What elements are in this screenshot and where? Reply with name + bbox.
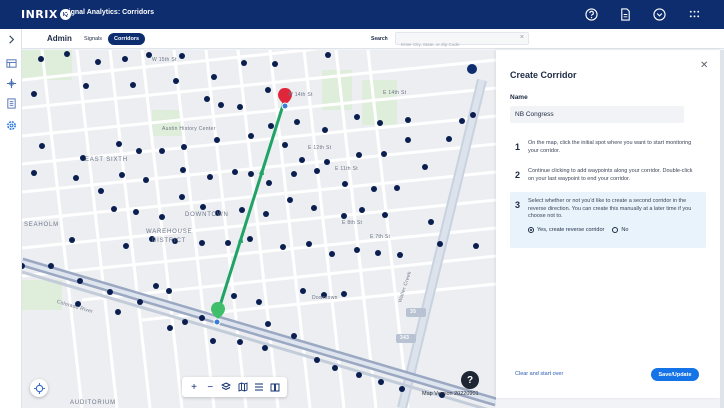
name-label: Name — [510, 94, 528, 101]
map-label-street: E 14th St — [383, 90, 407, 96]
map-label-street: E 12th St — [308, 145, 332, 151]
report-icon[interactable] — [3, 95, 19, 111]
map-label-district: DISTRICT — [152, 238, 187, 244]
book-icon[interactable] — [269, 381, 281, 393]
map-help-button[interactable]: ? — [461, 371, 479, 389]
map-base-layer — [22, 50, 496, 408]
help-circle-icon[interactable] — [584, 7, 598, 21]
step-text: Continue clicking to add waypoints along… — [528, 168, 693, 182]
expand-chevron-icon[interactable] — [3, 31, 19, 47]
step-text: Select whether or not you'd like to crea… — [528, 198, 692, 219]
locate-me-icon[interactable] — [30, 379, 48, 397]
step-text: On the map, click the initial spot where… — [528, 140, 692, 154]
settings-gear-icon[interactable] — [3, 117, 19, 133]
view-tabs: Signals Corridors — [78, 33, 146, 45]
map-label-poi: Austin History Center — [162, 126, 216, 132]
traffic-signal-icon[interactable] — [3, 75, 19, 91]
chevron-circle-icon[interactable] — [652, 7, 666, 21]
left-nav-rail — [0, 29, 22, 408]
reverse-no-radio[interactable] — [612, 227, 619, 233]
zoom-out-button[interactable]: − — [204, 381, 216, 393]
clear-and-start-over-link[interactable]: Clear and start over — [515, 371, 563, 377]
map-label-street: W 15th St — [152, 57, 177, 63]
pin-marker-icon[interactable] — [467, 64, 477, 74]
map-toolbar: + − — [182, 377, 287, 397]
reverse-yes-radio[interactable] — [528, 227, 534, 233]
apps-grid-icon[interactable] — [687, 7, 701, 21]
document-icon[interactable] — [618, 7, 632, 21]
map-version-text: Map Version 20220901 — [422, 391, 479, 397]
search-clear-icon[interactable]: × — [520, 34, 524, 41]
corridor-name-input[interactable] — [510, 106, 684, 123]
tab-signals[interactable]: Signals — [78, 33, 108, 45]
step-1: 1 On the map, click the initial spot whe… — [510, 140, 706, 160]
close-icon[interactable]: ✕ — [700, 60, 708, 71]
list-icon[interactable] — [253, 381, 265, 393]
top-app-bar: INRIX IQ Signal Analytics: Corridors — [0, 0, 724, 29]
map-label-poi: Downtown — [312, 295, 338, 301]
zoom-in-button[interactable]: + — [188, 381, 200, 393]
step-number: 2 — [515, 170, 521, 180]
right-scrollbar[interactable] — [720, 50, 724, 408]
reverse-yes-label[interactable]: Yes, create reverse corridor — [537, 227, 604, 233]
step-number: 1 — [515, 142, 521, 152]
search-label: Search — [371, 36, 388, 42]
map-label-street: E 7th St — [370, 234, 391, 240]
reverse-no-label[interactable]: No — [621, 227, 628, 233]
save-update-button[interactable]: Save/Update — [651, 368, 699, 381]
map-icon[interactable] — [237, 381, 249, 393]
step-2: 2 Continue clicking to add waypoints alo… — [510, 168, 706, 188]
create-corridor-panel: Create Corridor ✕ Name 1 On the map, cli… — [496, 50, 720, 398]
app-title: Signal Analytics: Corridors — [64, 9, 154, 16]
panel-title: Create Corridor — [510, 70, 577, 80]
map-label-district: SEAHOLM — [24, 222, 59, 228]
map-label-street: E 11th St — [335, 166, 358, 172]
map-label-district: WAREHOUSE — [146, 229, 193, 235]
logo-text: INRIX — [21, 8, 58, 21]
admin-label: Admin — [47, 34, 72, 43]
map-label-district: DOWNTOWN — [185, 212, 229, 218]
map-label-district: EAST SIXTH — [85, 157, 128, 163]
search-box: × — [395, 32, 529, 50]
map-label-street: W 14th St — [288, 92, 313, 98]
reverse-corridor-options: Yes, create reverse corridor No — [528, 227, 628, 233]
tab-corridors[interactable]: Corridors — [108, 33, 146, 45]
sub-header-bar: Admin Signals Corridors Search × — [22, 29, 724, 50]
map-canvas[interactable]: W 15th St W 14th St E 14th St E 12th St … — [22, 50, 496, 408]
search-input[interactable] — [396, 39, 506, 50]
layers-icon[interactable] — [220, 381, 232, 393]
highway-shield: 35 — [410, 309, 417, 315]
dashboard-icon[interactable] — [3, 55, 19, 71]
highway-shield: 343 — [400, 335, 410, 341]
step-number: 3 — [515, 200, 521, 210]
map-label-street: E 8th St — [342, 220, 363, 226]
map-label-district: AUDITORIUM — [70, 400, 116, 406]
step-3: 3 Select whether or not you'd like to cr… — [510, 192, 706, 248]
